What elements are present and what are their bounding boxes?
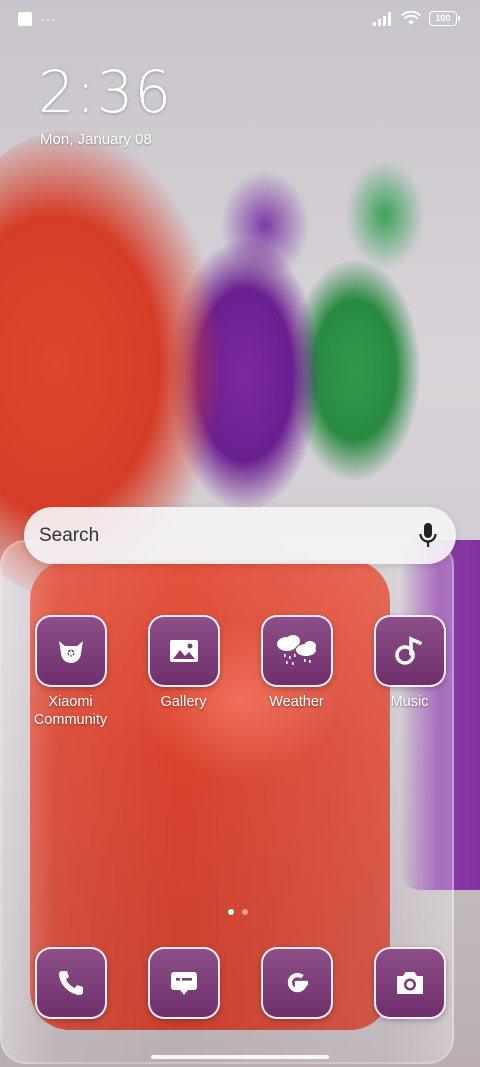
xiaomi-community-icon[interactable]	[34, 615, 107, 687]
app-label: Music	[390, 694, 429, 710]
status-bar: ··· 100	[0, 0, 480, 42]
dock-phone[interactable]	[14, 947, 127, 1019]
dock-messages[interactable]	[127, 947, 240, 1019]
app-label: Gallery	[160, 694, 207, 710]
microphone-icon[interactable]	[418, 522, 438, 550]
more-notifications-icon: ···	[40, 11, 57, 27]
app-label: Weather	[269, 694, 324, 710]
page-dot	[242, 909, 248, 915]
dock-camera[interactable]	[353, 947, 466, 1019]
weather-icon[interactable]	[260, 615, 333, 687]
clock-time[interactable]: 2:36	[38, 58, 172, 126]
clock-date[interactable]: Mon, January 08	[40, 131, 152, 148]
app-music[interactable]: Music	[353, 615, 466, 711]
battery-level: 100	[429, 11, 457, 26]
search-bar[interactable]: Search	[24, 507, 456, 564]
dock-google[interactable]	[240, 947, 353, 1019]
gallery-icon[interactable]	[147, 615, 220, 687]
app-weather[interactable]: Weather	[240, 615, 353, 711]
home-indicator[interactable]	[151, 1055, 329, 1059]
music-icon[interactable]	[373, 615, 446, 687]
app-xiaomi-community[interactable]: Xiaomi Community	[14, 615, 127, 729]
page-dot-active	[228, 909, 234, 915]
google-icon[interactable]	[260, 947, 333, 1019]
app-label: Xiaomi Community	[33, 694, 108, 728]
camera-icon[interactable]	[373, 947, 446, 1019]
phone-icon[interactable]	[34, 947, 107, 1019]
app-gallery[interactable]: Gallery	[127, 615, 240, 711]
signal-icon	[373, 11, 391, 26]
search-placeholder: Search	[39, 525, 100, 546]
messages-icon[interactable]	[147, 947, 220, 1019]
battery-icon: 100	[429, 11, 460, 26]
notification-square-icon	[18, 12, 32, 26]
wifi-icon	[401, 11, 421, 25]
page-indicator	[228, 909, 248, 915]
